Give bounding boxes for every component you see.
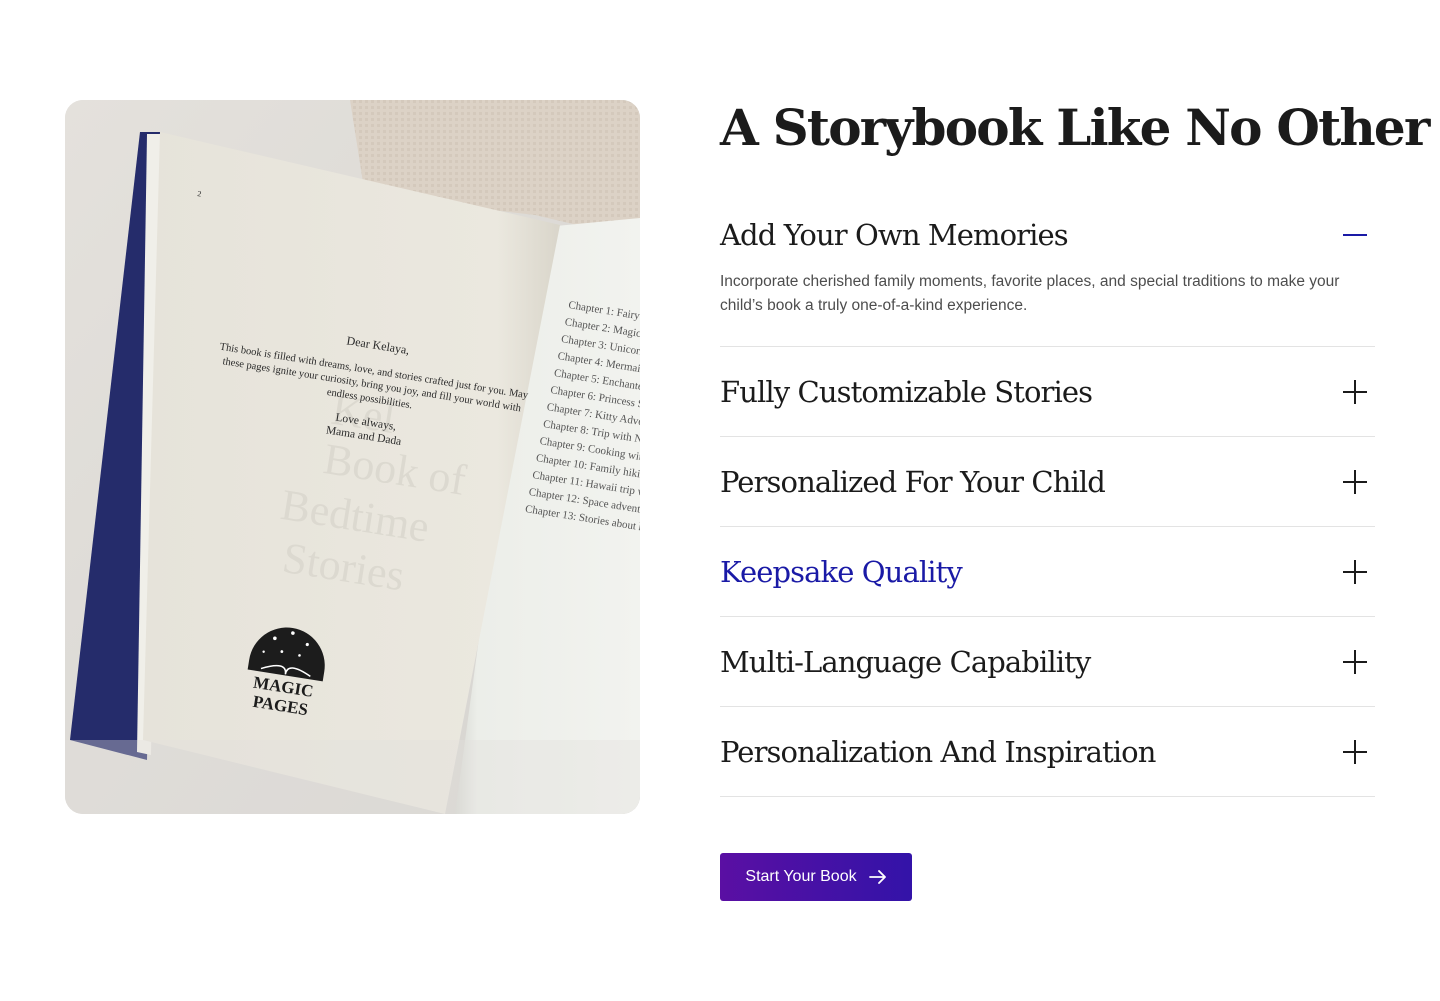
accordion-header-personalized[interactable]: Personalized For Your Child [720, 437, 1375, 526]
arrow-right-icon [868, 870, 886, 884]
accordion-item: Keepsake Quality [720, 527, 1375, 617]
section-title: A Storybook Like No Other [720, 98, 1430, 157]
accordion-item: Personalized For Your Child [720, 437, 1375, 527]
accordion-item: Add Your Own Memories Incorporate cheris… [720, 200, 1375, 347]
minus-icon[interactable] [1338, 218, 1372, 252]
accordion-title: Multi-Language Capability [720, 644, 1091, 679]
accordion-header-language[interactable]: Multi-Language Capability [720, 617, 1375, 706]
accordion-item: Personalization And Inspiration [720, 707, 1375, 797]
accordion-body: Incorporate cherished family moments, fa… [720, 273, 1340, 314]
accordion-item: Fully Customizable Stories [720, 347, 1375, 437]
plus-icon[interactable] [1338, 645, 1372, 679]
book-photo: Kel Book of Bedtime Stories 2 Dear Kelay… [65, 100, 640, 814]
plus-icon[interactable] [1338, 375, 1372, 409]
accordion-item: Multi-Language Capability [720, 617, 1375, 707]
accordion-title: Personalization And Inspiration [720, 734, 1156, 769]
accordion-title: Add Your Own Memories [720, 218, 1069, 252]
feature-accordion: Add Your Own Memories Incorporate cheris… [720, 200, 1375, 797]
button-label: Start Your Book [745, 868, 857, 885]
accordion-title: Keepsake Quality [720, 554, 963, 589]
plus-icon[interactable] [1338, 555, 1372, 589]
plus-icon[interactable] [1338, 735, 1372, 769]
accordion-title: Personalized For Your Child [720, 464, 1106, 499]
start-your-book-button[interactable]: Start Your Book [720, 853, 912, 901]
accordion-header-keepsake[interactable]: Keepsake Quality [720, 527, 1375, 616]
accordion-header-inspiration[interactable]: Personalization And Inspiration [720, 707, 1375, 796]
plus-icon[interactable] [1338, 465, 1372, 499]
accordion-header-stories[interactable]: Fully Customizable Stories [720, 347, 1375, 436]
accordion-header-memories[interactable]: Add Your Own Memories [720, 200, 1375, 270]
accordion-title: Fully Customizable Stories [720, 374, 1093, 409]
